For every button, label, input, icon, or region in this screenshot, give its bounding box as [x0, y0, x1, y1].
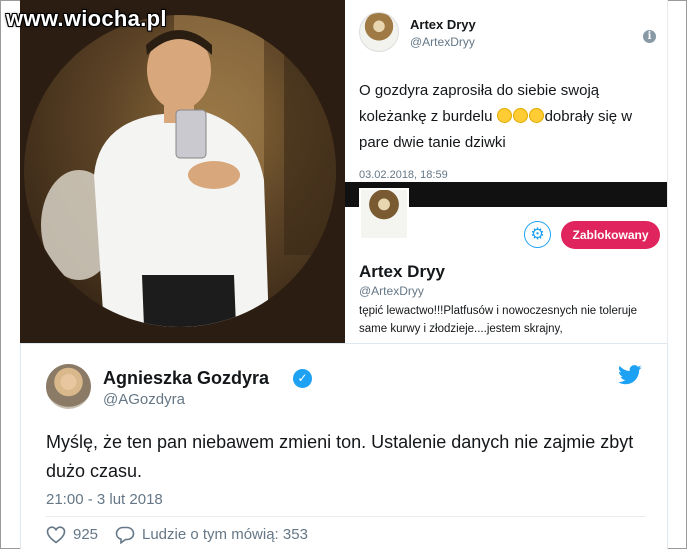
- twitter-bird-icon[interactable]: [618, 365, 642, 385]
- tweet-timestamp[interactable]: 21:00 - 3 lut 2018: [46, 491, 163, 508]
- profile-avatar[interactable]: [359, 188, 409, 240]
- blocked-button[interactable]: Zablokowany: [561, 221, 660, 249]
- grinning-emoji-icon: [528, 108, 544, 123]
- grinning-emoji-icon: [512, 108, 528, 123]
- avatar[interactable]: [46, 364, 91, 409]
- author-name[interactable]: Artex Dryy: [410, 17, 476, 32]
- author-handle[interactable]: @ArtexDryy: [410, 35, 475, 49]
- divider: [46, 516, 646, 517]
- profile-photo: [24, 15, 336, 327]
- tweet-text: Myślę, że ten pan niebawem zmieni ton. U…: [46, 432, 634, 481]
- profile-handle: @ArtexDryy: [359, 284, 424, 298]
- heart-icon[interactable]: [46, 526, 66, 544]
- avatar[interactable]: [359, 12, 399, 52]
- grinning-emoji-icon: [496, 108, 512, 123]
- profile-name: Artex Dryy: [359, 262, 445, 281]
- tweet-text: O gozdyra zaprosiła do siebie swoją kole…: [359, 78, 659, 156]
- like-count[interactable]: 925: [73, 526, 98, 543]
- gear-icon[interactable]: ⚙: [524, 221, 551, 248]
- main-tweet: Agnieszka Gozdyra ✓ @AGozdyra Myślę, że …: [20, 343, 668, 549]
- verified-badge-icon: ✓: [293, 369, 312, 388]
- profile-card: ⚙ Zablokowany Artex Dryy @ArtexDryy tępi…: [345, 182, 668, 343]
- quoted-tweet-card: Artex Dryy @ArtexDryy i O gozdyra zapros…: [345, 0, 668, 182]
- author-name[interactable]: Agnieszka Gozdyra: [103, 368, 269, 389]
- man-selfie-illustration: [41, 15, 336, 327]
- people-talking-link[interactable]: Ludzie o tym mówią: 353: [142, 526, 308, 543]
- info-icon[interactable]: i: [643, 30, 656, 43]
- tweet-date: 03.02.2018, 18:59: [359, 169, 448, 181]
- comment-bubble-icon[interactable]: [115, 526, 135, 544]
- author-handle[interactable]: @AGozdyra: [103, 391, 185, 408]
- profile-bio: tępić lewactwo!!!Platfusów i nowoczesnyc…: [359, 305, 638, 335]
- watermark-text: www.wiocha.pl: [6, 6, 167, 31]
